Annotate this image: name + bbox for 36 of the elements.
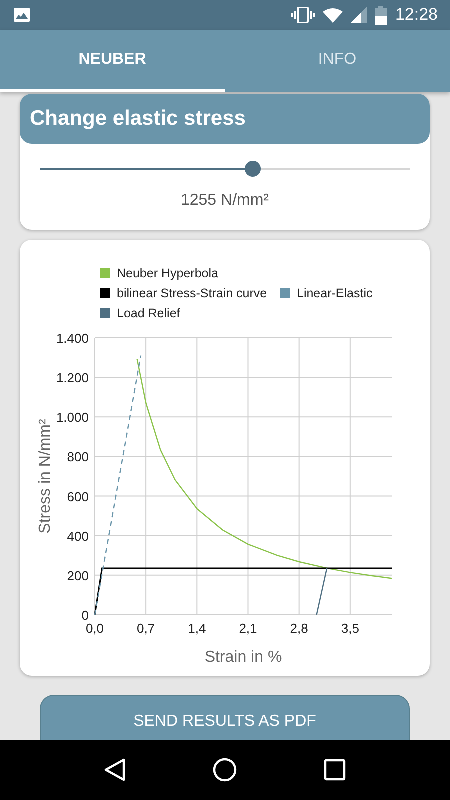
y-tick-label: 1.200 (56, 370, 89, 386)
y-tick-label: 0 (82, 608, 89, 623)
back-icon[interactable] (104, 758, 126, 782)
stress-value: 1255 N/mm² (180, 192, 270, 210)
send-results-button[interactable]: SEND RESULTS AS PDF (40, 695, 410, 740)
signal-icon (351, 7, 368, 23)
legend-item: Neuber Hyperbola (100, 266, 218, 280)
y-tick-label: 200 (67, 568, 89, 584)
clock-time: 12:28 (395, 5, 438, 25)
recents-icon[interactable] (324, 759, 346, 781)
x-tick-label: 0,7 (137, 621, 156, 636)
battery-icon (375, 6, 388, 24)
slider-thumb[interactable] (245, 161, 262, 177)
vibrate-icon (291, 7, 316, 23)
y-tick-label: 400 (67, 528, 89, 544)
x-tick-label: 1,4 (188, 621, 206, 636)
wifi-icon (323, 8, 344, 22)
x-axis-title: Strain in % (204, 649, 282, 666)
legend-label: Load Relief (117, 306, 181, 320)
y-tick-label: 1.000 (56, 410, 89, 426)
x-tick-label: 2,8 (290, 621, 308, 636)
x-tick-label: 2,1 (239, 621, 258, 636)
card-title: Change elastic stress (29, 107, 246, 131)
image-icon (14, 8, 30, 22)
y-axis-title: Stress in N/mm² (37, 419, 54, 534)
legend-item: bilinear Stress-Strain curve (100, 286, 268, 300)
x-tick-label: 3,5 (341, 621, 360, 636)
x-tick-label: 0,0 (86, 621, 104, 636)
home-icon[interactable] (212, 758, 237, 782)
tab[interactable]: INFO (225, 30, 450, 92)
y-tick-label: 600 (67, 489, 89, 504)
legend-item: Load Relief (100, 306, 180, 320)
legend-label: Linear-Elastic (297, 286, 373, 300)
y-tick-label: 800 (67, 450, 89, 465)
y-tick-label: 1.400 (56, 331, 89, 346)
legend-item: Linear-Elastic (280, 286, 373, 300)
